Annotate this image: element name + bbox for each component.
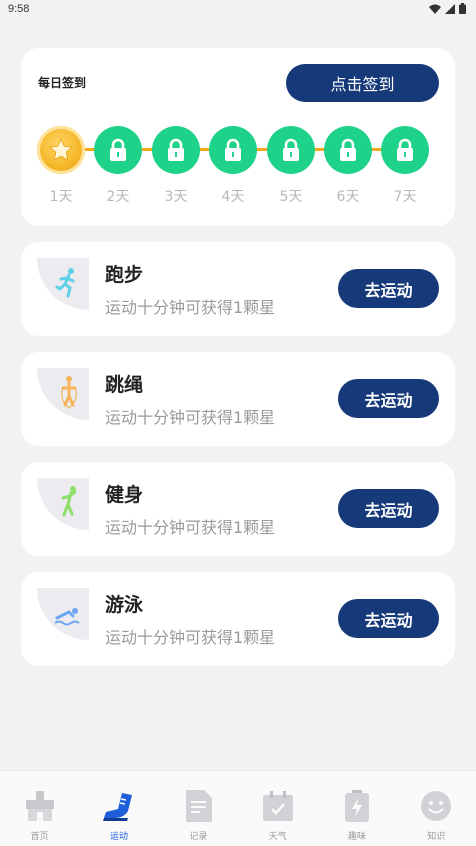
- day-label: 4天: [221, 189, 245, 205]
- day-label: 5天: [279, 189, 303, 205]
- swimming-icon: [37, 588, 89, 640]
- lock-icon: [110, 138, 126, 161]
- nav-item-knowledge[interactable]: 知识: [397, 771, 476, 846]
- sport-description: 运动十分钟可获得1颗星: [105, 518, 276, 537]
- nav-label: 知识: [427, 832, 446, 842]
- day-label: 7天: [393, 189, 417, 205]
- sport-name: 游泳: [105, 594, 144, 616]
- sport-card-jump-rope: 跳绳 运动十分钟可获得1颗星 去运动: [21, 352, 455, 446]
- sport-name: 健身: [105, 484, 144, 506]
- day-4-lock: [209, 126, 257, 174]
- fitness-icon: [37, 478, 89, 530]
- day-label: 6天: [336, 189, 360, 205]
- home-icon: [23, 789, 57, 823]
- signal-icon: [445, 3, 455, 14]
- lock-icon: [397, 138, 413, 161]
- sport-card-running: 跑步 运动十分钟可获得1颗星 去运动: [21, 242, 455, 336]
- lock-icon: [225, 138, 241, 161]
- checkin-button[interactable]: 点击签到: [286, 64, 439, 102]
- sport-card-fitness: 健身 运动十分钟可获得1颗星 去运动: [21, 462, 455, 556]
- day-5-lock: [267, 126, 315, 174]
- nav-item-fun[interactable]: 趣味: [317, 771, 396, 846]
- wifi-icon: [429, 4, 441, 14]
- sport-name: 跑步: [105, 264, 144, 286]
- nav-item-sport[interactable]: 运动: [79, 771, 158, 846]
- battery-icon: [340, 789, 374, 823]
- day-1-star-badge: [37, 126, 85, 174]
- smiley-icon: [419, 789, 453, 823]
- jump-rope-icon: [37, 368, 89, 420]
- day-label: 1天: [49, 189, 73, 205]
- status-bar: 9:58: [0, 0, 476, 22]
- day-2-lock: [94, 126, 142, 174]
- nav-item-home[interactable]: 首页: [0, 771, 79, 846]
- nav-label: 趣味: [347, 832, 366, 842]
- go-exercise-button[interactable]: 去运动: [338, 269, 439, 308]
- nav-item-records[interactable]: 记录: [159, 771, 238, 846]
- bottom-navigation: 首页 运动 记录 天气 趣味 知识: [0, 770, 476, 846]
- daily-checkin-card: 每日签到 点击签到 1天 2天 3天 4天 5天 6天 7天: [21, 48, 455, 226]
- day-label: 2天: [106, 189, 130, 205]
- nav-item-weather[interactable]: 天气: [238, 771, 317, 846]
- go-exercise-button[interactable]: 去运动: [338, 489, 439, 528]
- running-icon: [37, 258, 89, 310]
- sport-description: 运动十分钟可获得1颗星: [105, 408, 276, 427]
- star-icon: [49, 138, 73, 161]
- battery-status-icon: [459, 3, 466, 14]
- calendar-icon: [261, 789, 295, 823]
- checkin-title: 每日签到: [38, 76, 87, 90]
- lock-icon: [168, 138, 184, 161]
- nav-label: 天气: [268, 832, 287, 842]
- nav-label: 运动: [109, 832, 128, 842]
- lock-icon: [340, 138, 356, 161]
- sport-description: 运动十分钟可获得1颗星: [105, 628, 276, 647]
- go-exercise-button[interactable]: 去运动: [338, 379, 439, 418]
- go-exercise-button[interactable]: 去运动: [338, 599, 439, 638]
- status-icons: [429, 3, 466, 14]
- status-time: 9:58: [8, 3, 30, 15]
- day-6-lock: [324, 126, 372, 174]
- notes-icon: [181, 789, 215, 823]
- sport-description: 运动十分钟可获得1颗星: [105, 298, 276, 317]
- shoe-icon: [102, 789, 136, 823]
- day-3-lock: [152, 126, 200, 174]
- sport-card-swimming: 游泳 运动十分钟可获得1颗星 去运动: [21, 572, 455, 666]
- lock-icon: [283, 138, 299, 161]
- nav-label: 记录: [189, 832, 208, 842]
- day-label: 3天: [164, 189, 188, 205]
- sport-name: 跳绳: [105, 374, 144, 396]
- day-7-lock: [381, 126, 429, 174]
- nav-label: 首页: [30, 832, 49, 842]
